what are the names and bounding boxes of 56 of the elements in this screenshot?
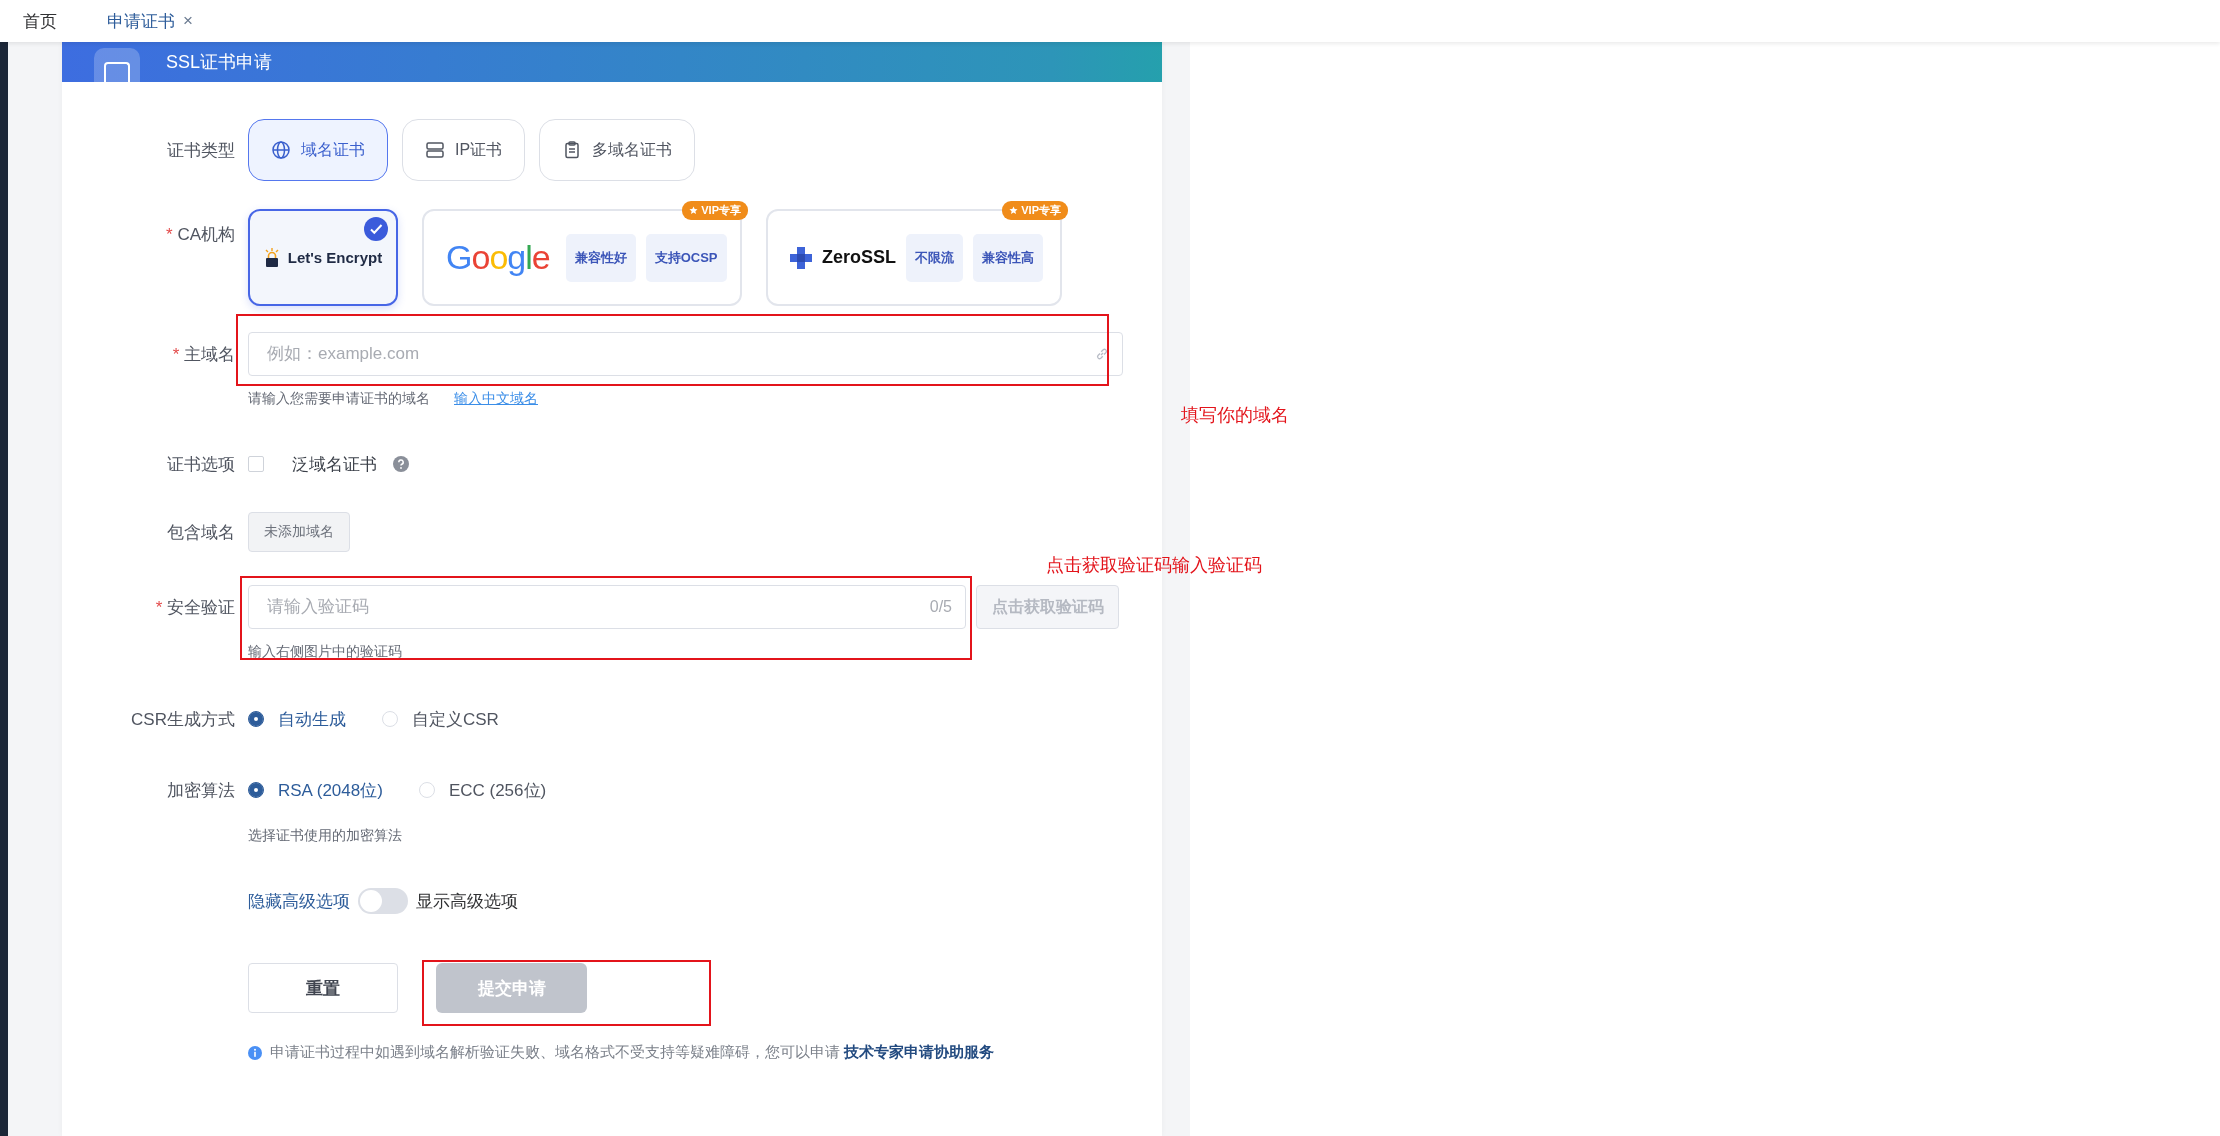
field-label: * 主域名 [172,343,235,366]
star-icon [689,206,699,215]
server-icon [425,140,445,160]
hint-text: 输入右侧图片中的验证码 [248,643,402,659]
hint-text: 选择证书使用的加密算法 [248,827,402,843]
expert-service-link[interactable]: 技术专家申请协助服务 [844,1043,995,1060]
puzzle-icon [788,244,814,271]
domain-input[interactable]: 例如：example.com [248,332,1123,376]
field-label: * CA机构 [166,223,235,246]
chinese-domain-link[interactable]: 输入中文域名 [454,390,538,408]
cert-type-option[interactable]: IP证书 [402,119,526,181]
empty-domain-tag: 未添加域名 [248,512,350,552]
vip-badge: VIP专享 [1002,201,1068,220]
info-icon [248,1045,262,1060]
field-label: 证书选项 [167,453,235,476]
star-icon [1009,206,1019,215]
radio-option[interactable]: RSA (2048位) [248,778,383,802]
help-note: 申请证书过程中如遇到域名解析验证失败、域名格式不受支持等疑难障碍，您可以申请 技术专家申请协助服务 [270,1043,995,1062]
advanced-toggle[interactable] [358,888,408,914]
hint-text: 请输入您需要申请证书的域名 [248,390,430,408]
feature-tag: 支持OCSP [645,233,727,282]
certificate-icon [94,48,140,82]
ca-logo-text: Let's Encrypt [287,249,383,266]
ca-option-card[interactable]: Let's Encrypt [248,209,398,306]
padlock-sun-icon [263,247,280,268]
annotation-text: 点击获取验证码输入验证码 [1046,554,1262,577]
checkbox-label: 泛域名证书 [292,453,377,476]
field-label: 加密算法 [167,779,235,802]
feature-tag: 不限流 [906,233,963,282]
tab[interactable]: 首页 [23,0,57,42]
annotation-text: 填写你的域名 [1181,404,1289,427]
field-label: CSR生成方式 [131,708,235,731]
toggle-label: 隐藏高级选项 [248,890,350,913]
radio-option[interactable]: 自动生成 [248,707,346,731]
check-icon [364,217,388,241]
reset-button[interactable]: 重置 [248,963,398,1013]
link-icon [1095,347,1109,361]
field-label: * 安全验证 [155,596,235,619]
ca-logo-text: ZeroSSL [822,247,896,268]
ca-logo-text: Google [446,238,550,277]
vip-badge: VIP专享 [682,201,748,220]
feature-tag: 兼容性好 [565,233,636,282]
help-icon[interactable] [393,456,409,472]
toggle-label: 显示高级选项 [416,890,518,913]
field-label: 包含域名 [167,521,235,544]
radio-option[interactable]: 自定义CSR [382,707,499,731]
field-label: 证书类型 [167,139,235,162]
char-counter: 0/5 [929,598,952,616]
globe-icon [271,140,291,160]
card-title: SSL证书申请 [166,51,273,74]
radio-option[interactable]: ECC (256位) [418,778,547,802]
wildcard-checkbox[interactable] [248,456,264,472]
feature-tag: 兼容性高 [973,233,1043,282]
cert-type-option[interactable]: 多域名证书 [539,119,696,181]
tab[interactable]: 申请证书 × [107,0,193,42]
cert-type-option[interactable]: 域名证书 [248,119,388,181]
